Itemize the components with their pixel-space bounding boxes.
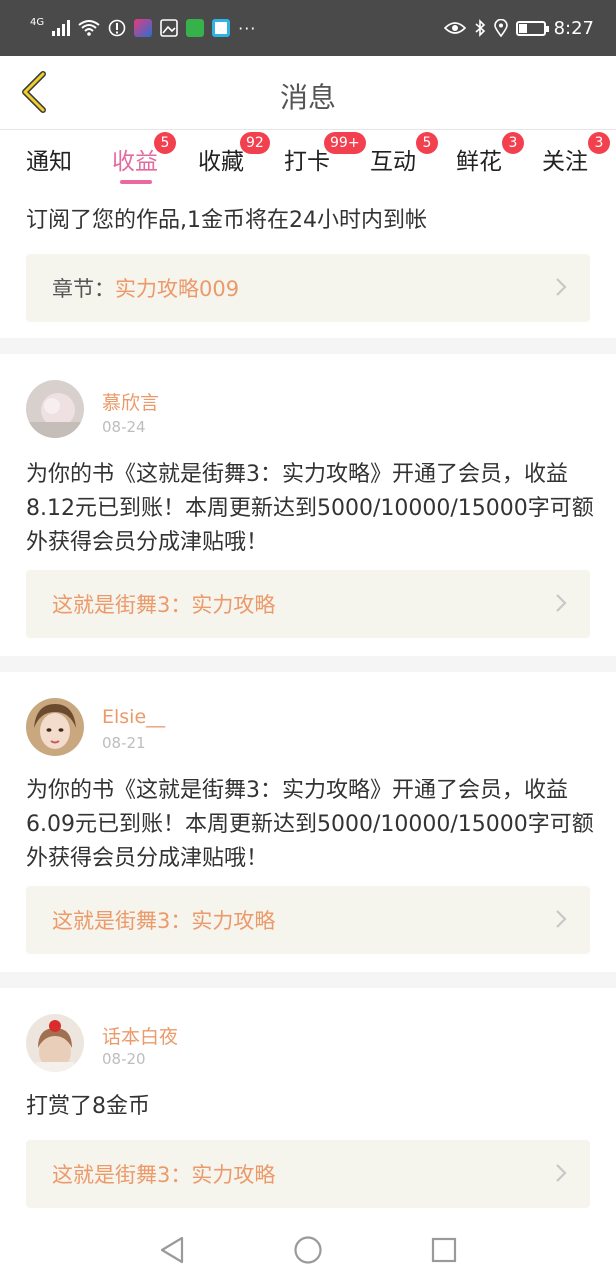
tab-label: 通知 <box>26 149 72 175</box>
message-card: 订阅了您的作品,1金币将在24小时内到帐 章节： 实力攻略009 <box>0 186 616 336</box>
status-right: 8:27 <box>443 17 594 39</box>
chevron-right-icon <box>556 1164 567 1182</box>
app-icon-1 <box>134 19 153 37</box>
book-link[interactable]: 这就是街舞3：实力攻略 <box>26 1140 590 1208</box>
app-icon-4 <box>212 19 231 37</box>
book-title: 这就是街舞3：实力攻略 <box>52 909 276 933</box>
nav-back-button[interactable] <box>156 1234 188 1266</box>
separator <box>0 338 616 354</box>
tab-label: 打卡 <box>284 149 330 175</box>
tab-label: 收益 <box>112 149 158 175</box>
unread-badge: 5 <box>416 132 438 154</box>
tab-label: 鲜花 <box>456 149 502 175</box>
tab-flowers[interactable]: 鲜花 3 <box>456 132 524 176</box>
avatar[interactable] <box>26 698 84 756</box>
avatar[interactable] <box>26 1014 84 1072</box>
page-title: 消息 <box>279 81 336 114</box>
nav-recents-button[interactable] <box>428 1234 460 1266</box>
signal-icon <box>52 20 71 36</box>
tab-label: 收藏 <box>198 149 244 175</box>
chevron-right-icon <box>556 910 567 928</box>
message-date: 08-24 <box>102 418 146 436</box>
back-triangle-icon <box>160 1236 184 1264</box>
tab-label: 互动 <box>370 149 416 175</box>
book-title: 这就是街舞3：实力攻略 <box>52 593 276 617</box>
message-card: 话本白夜 08-20 打赏了8金币 这就是街舞3：实力攻略 <box>0 988 616 1220</box>
unread-badge: 92 <box>240 132 270 154</box>
status-left: 4G ··· <box>30 16 257 38</box>
tab-checkin[interactable]: 打卡 99+ <box>284 132 366 176</box>
tab-label: 关注 <box>542 149 588 175</box>
message-text: 订阅了您的作品,1金币将在24小时内到帐 <box>26 208 427 233</box>
separator <box>0 656 616 672</box>
unread-badge: 99+ <box>324 132 366 154</box>
app-header: 消息 <box>0 56 616 130</box>
message-card: Elsie__ 08-21 为你的书《这就是街舞3：实力攻略》开通了会员，收益6… <box>0 672 616 972</box>
home-circle-icon <box>294 1236 322 1264</box>
nav-home-button[interactable] <box>292 1234 324 1266</box>
tab-notice[interactable]: 通知 <box>26 142 72 176</box>
message-card: 慕欣言 08-24 为你的书《这就是街舞3：实力攻略》开通了会员，收益8.12元… <box>0 354 616 656</box>
tab-follow[interactable]: 关注 3 <box>542 132 610 176</box>
app-icon-3 <box>186 19 205 37</box>
book-link[interactable]: 这就是街舞3：实力攻略 <box>26 570 590 638</box>
unread-badge: 3 <box>588 132 610 154</box>
message-text: 为你的书《这就是街舞3：实力攻略》开通了会员，收益6.09元已到账！本周更新达到… <box>26 778 594 871</box>
location-icon <box>493 19 508 37</box>
chapter-name: 实力攻略009 <box>115 277 240 301</box>
chapter-link[interactable]: 章节： 实力攻略009 <box>26 254 590 322</box>
app-icon-2 <box>160 19 178 37</box>
unread-badge: 5 <box>154 132 176 154</box>
avatar[interactable] <box>26 380 84 438</box>
system-nav-bar <box>0 1220 616 1280</box>
book-link[interactable]: 这就是街舞3：实力攻略 <box>26 886 590 954</box>
unread-badge: 3 <box>502 132 524 154</box>
chapter-label: 章节： <box>52 277 115 301</box>
separator <box>0 972 616 988</box>
wifi-icon <box>78 20 100 36</box>
tab-favorites[interactable]: 收藏 92 <box>198 132 270 176</box>
tab-interaction[interactable]: 互动 5 <box>370 132 438 176</box>
book-title: 这就是街舞3：实力攻略 <box>52 1163 276 1187</box>
tab-earnings[interactable]: 收益 5 <box>112 132 176 176</box>
alert-icon <box>108 19 126 37</box>
network-type: 4G <box>30 16 45 28</box>
recents-square-icon <box>431 1237 457 1263</box>
more-dots-icon: ··· <box>238 18 257 38</box>
user-name[interactable]: 慕欣言 <box>102 388 159 415</box>
chevron-right-icon <box>556 594 567 612</box>
message-text: 打赏了8金币 <box>26 1094 150 1119</box>
status-bar: 4G ··· 8:27 <box>0 0 616 56</box>
message-date: 08-21 <box>102 734 146 752</box>
battery-icon <box>515 20 549 36</box>
bluetooth-icon <box>475 19 485 37</box>
message-text: 为你的书《这就是街舞3：实力攻略》开通了会员，收益8.12元已到账！本周更新达到… <box>26 462 594 555</box>
eye-icon <box>443 22 466 34</box>
active-tab-indicator <box>120 180 152 184</box>
user-name[interactable]: Elsie__ <box>102 706 165 728</box>
category-tabs: 通知 收益 5 收藏 92 打卡 99+ 互动 5 鲜花 3 关注 3 <box>0 130 616 186</box>
clock: 8:27 <box>553 17 594 39</box>
user-name[interactable]: 话本白夜 <box>102 1022 178 1049</box>
chevron-right-icon <box>556 278 567 296</box>
message-date: 08-20 <box>102 1050 146 1068</box>
